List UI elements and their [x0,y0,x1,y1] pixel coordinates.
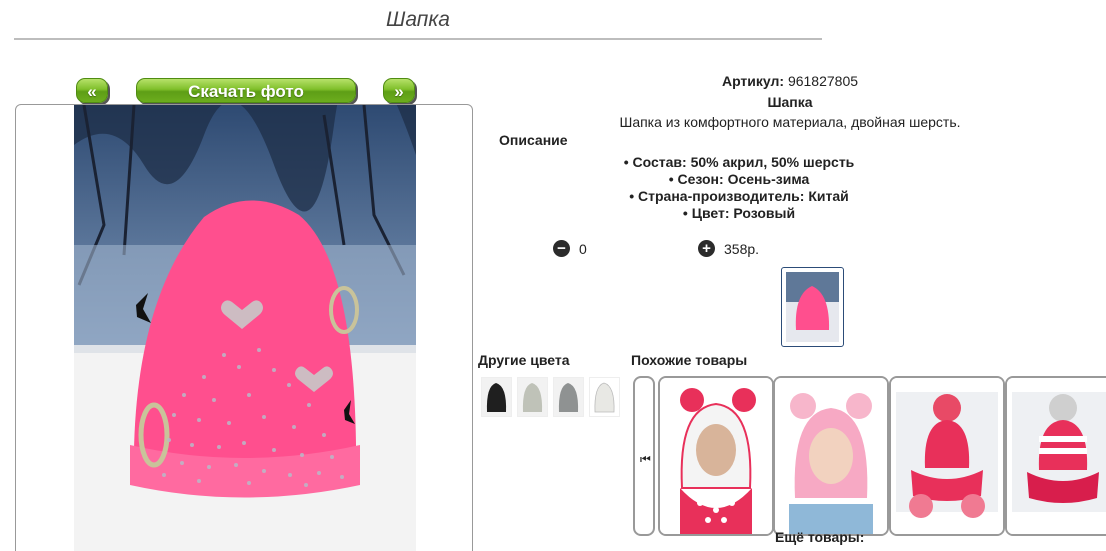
color-swatch-beige[interactable] [517,377,548,417]
spec-item: Цвет: Розовый [474,205,1004,222]
main-product-photo [74,105,416,551]
more-products-label: Ещё товары: [775,529,865,545]
product-name: Шапка [767,94,813,110]
photo-frame [15,104,473,551]
article-value: 961827805 [787,73,859,89]
article-label: Артикул: [721,73,785,89]
download-photo-button[interactable]: Скачать фото [136,78,356,103]
similar-item[interactable] [889,376,1005,536]
thumbnail-photo [786,272,839,342]
description-title: Описание [499,132,568,148]
other-colors-title: Другие цвета [478,352,570,368]
color-swatch-black[interactable] [481,377,512,417]
prev-photo-button[interactable]: « [76,78,108,103]
skip-back-icon: ⏮ [640,452,651,466]
price-value: 358р. [724,241,760,257]
similar-title: Похожие товары [631,352,748,368]
similar-item[interactable] [658,376,774,536]
color-swatch-white[interactable] [589,377,620,417]
plus-icon[interactable]: + [698,240,715,257]
spec-item: Страна-производитель: Китай [474,188,1004,205]
similar-item[interactable] [773,376,889,536]
next-photo-button[interactable]: » [383,78,415,103]
similar-item[interactable] [1005,376,1106,536]
similar-item-photo [775,378,887,534]
page-title: Шапка [14,8,822,40]
similar-scroll-left-button[interactable]: ⏮ [633,376,655,536]
quantity-value: 0 [579,241,587,257]
color-swatch-grey[interactable] [553,377,584,417]
spec-item: Сезон: Осень-зима [474,171,1004,188]
spec-item: Состав: 50% акрил, 50% шерсть [474,154,1004,171]
similar-item-photo [1007,378,1106,534]
similar-item-photo [660,378,772,534]
product-thumbnail[interactable] [781,267,844,347]
article-line: Артикул: 961827805 [474,73,1106,89]
minus-icon[interactable]: − [553,240,570,257]
spec-list: Состав: 50% акрил, 50% шерсть Сезон: Осе… [474,154,1004,222]
similar-item-photo [891,378,1003,534]
product-short-description: Шапка из комфортного материала, двойная … [619,114,961,130]
